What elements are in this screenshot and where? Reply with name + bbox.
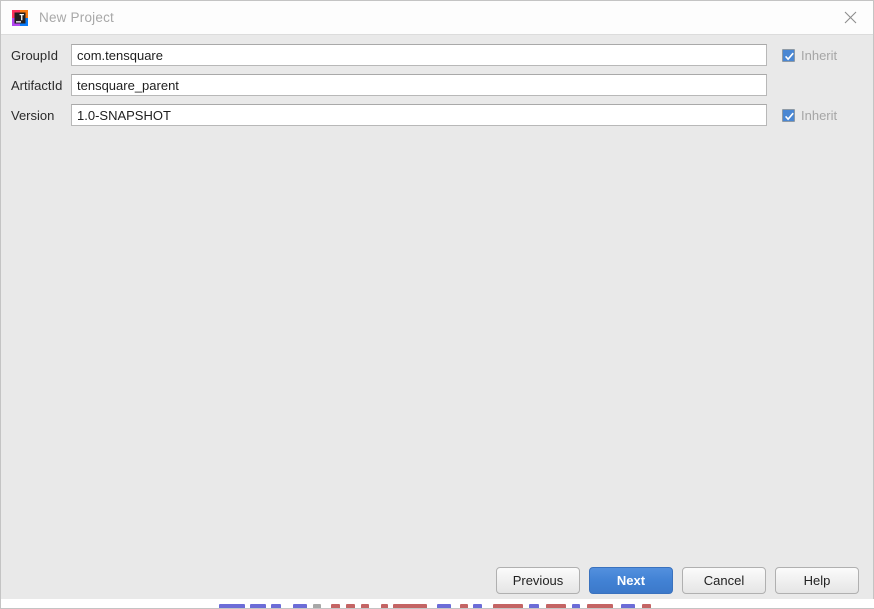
next-button[interactable]: Next — [589, 567, 673, 594]
dialog-title: New Project — [39, 10, 114, 25]
form-row-artifactid: ArtifactId — [1, 74, 873, 96]
previous-button[interactable]: Previous — [496, 567, 580, 594]
maven-coordinates-form: GroupId Inherit ArtifactId — [1, 35, 873, 126]
version-inherit-checkbox[interactable] — [782, 108, 795, 122]
artifactid-label: ArtifactId — [11, 77, 63, 93]
groupid-input[interactable] — [71, 44, 767, 66]
dialog-button-bar: Previous Next Cancel Help — [487, 567, 859, 594]
cancel-button[interactable]: Cancel — [682, 567, 766, 594]
background-window-sliver — [1, 599, 874, 608]
version-label: Version — [11, 107, 55, 123]
version-input[interactable] — [71, 104, 767, 126]
background-text-strip — [1, 601, 874, 608]
artifactid-input[interactable] — [71, 74, 767, 96]
intellij-idea-icon — [12, 9, 28, 26]
version-inherit-label: Inherit — [801, 107, 838, 123]
dialog-titlebar: New Project — [1, 1, 873, 35]
groupid-inherit-checkbox[interactable] — [782, 48, 795, 62]
version-inherit-group[interactable]: Inherit — [782, 108, 837, 123]
groupid-inherit-group[interactable]: Inherit — [782, 48, 837, 63]
groupid-label: GroupId — [11, 47, 58, 63]
form-row-version: Version Inherit — [1, 104, 873, 126]
groupid-inherit-label: Inherit — [801, 47, 838, 63]
help-button[interactable]: Help — [775, 567, 859, 594]
new-project-dialog: New Project GroupId Inherit — [0, 0, 874, 609]
form-row-groupid: GroupId Inherit — [1, 44, 873, 66]
close-icon[interactable] — [828, 1, 873, 34]
dialog-content: GroupId Inherit ArtifactId — [1, 35, 874, 608]
